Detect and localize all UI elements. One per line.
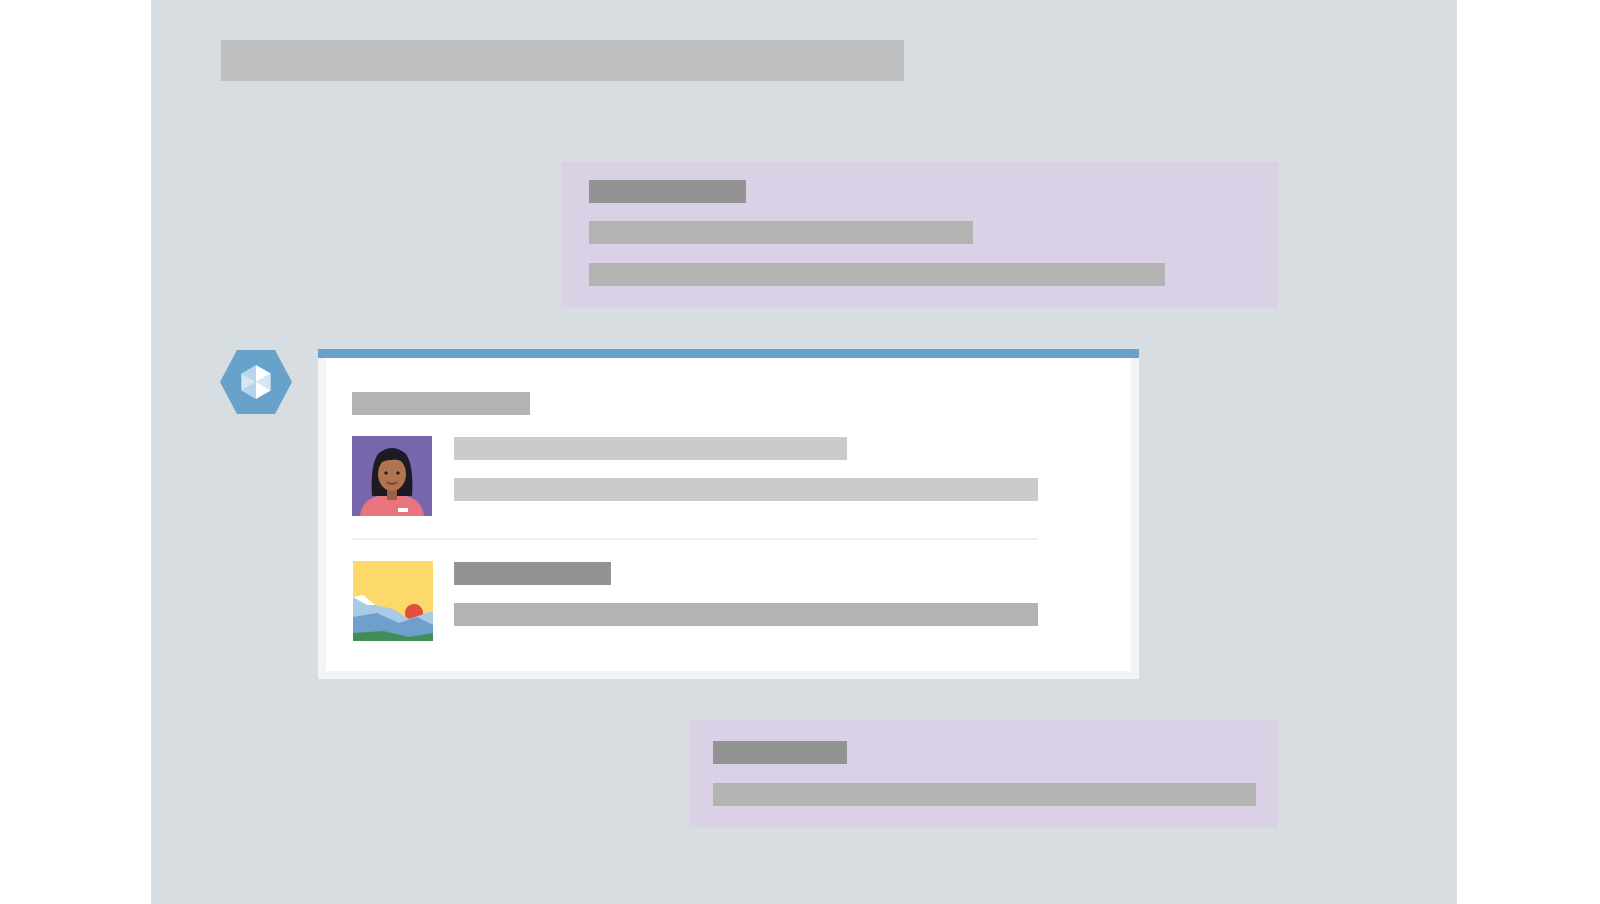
text-placeholder-line [589,263,1165,286]
landscape-image-icon [353,561,433,641]
item-title-placeholder [454,437,847,460]
item-title-placeholder [454,562,611,585]
person-portrait-icon [352,436,432,516]
chat-canvas [151,0,1457,904]
text-placeholder-line [589,221,973,244]
card-title-placeholder [352,392,530,415]
text-placeholder-line [713,783,1256,806]
header-title-placeholder [221,40,904,81]
user-message-bubble [689,720,1278,828]
card-body [326,358,1131,671]
item-subtitle-placeholder [454,603,1038,626]
text-placeholder-line [713,741,847,764]
hexagon-bot-icon [219,349,293,415]
item-subtitle-placeholder [454,478,1038,501]
user-message-bubble [561,162,1278,308]
text-placeholder-line [589,180,746,203]
card-accent-bar [318,349,1139,358]
bot-response-card [318,349,1139,679]
item-divider [352,538,1038,540]
